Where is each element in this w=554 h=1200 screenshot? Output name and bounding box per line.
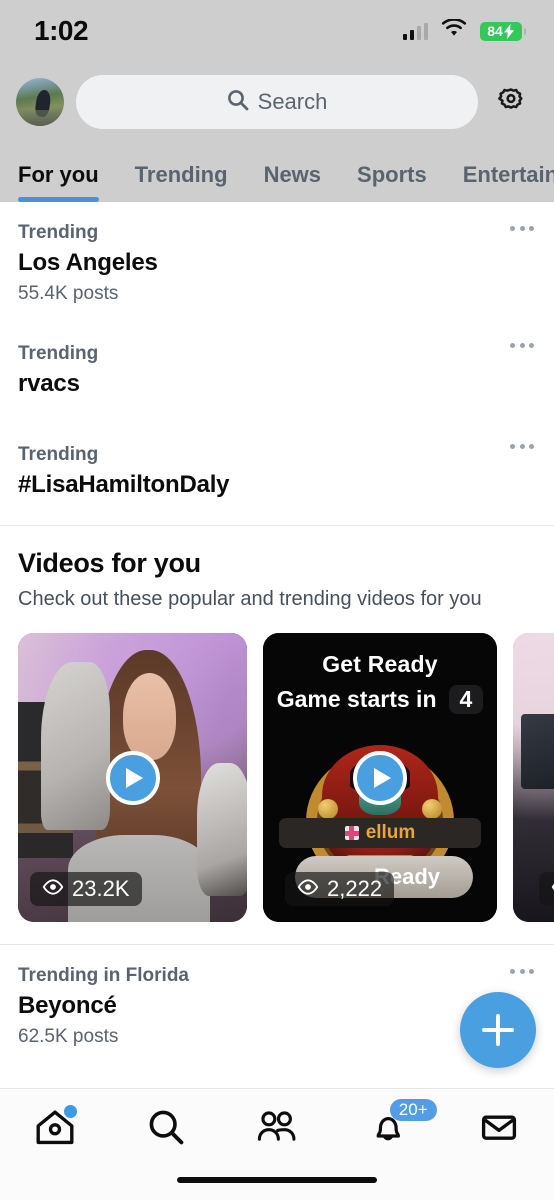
communities-icon xyxy=(254,1107,300,1152)
view-count-badge xyxy=(539,872,554,906)
trend-post-count: 62.5K posts xyxy=(18,1026,119,1047)
profile-avatar[interactable] xyxy=(16,78,64,126)
nav-notifications[interactable]: 20+ xyxy=(332,1099,443,1159)
bottom-navigation: 20+ xyxy=(0,1088,554,1200)
videos-section-subtitle: Check out these popular and trending vid… xyxy=(18,588,482,610)
tab-news[interactable]: News xyxy=(264,162,321,202)
tab-label: Entertainm xyxy=(462,162,554,187)
more-options-icon[interactable] xyxy=(510,226,534,231)
tab-label: For you xyxy=(18,162,99,187)
game-subheading: Game starts in xyxy=(276,686,437,712)
more-options-icon[interactable] xyxy=(510,969,534,974)
trend-category: Trending in Florida xyxy=(18,965,189,986)
player-name-bar: ellum xyxy=(279,818,481,848)
status-indicators: 84 xyxy=(402,18,526,43)
flag-icon xyxy=(344,826,359,840)
videos-for-you-section: Videos for you Check out these popular a… xyxy=(0,526,554,944)
trend-name: Beyoncé xyxy=(18,992,117,1019)
trend-category: Trending xyxy=(18,444,99,465)
battery-charging-icon: 84 xyxy=(480,21,526,41)
search-icon xyxy=(145,1107,187,1152)
app-header: Search xyxy=(0,62,554,142)
trend-name: rvacs xyxy=(18,370,80,397)
video-card-streamer[interactable]: 23.2K xyxy=(18,633,247,922)
trend-category: Trending xyxy=(18,343,99,364)
videos-section-title: Videos for you xyxy=(18,548,201,578)
status-time: 1:02 xyxy=(34,15,89,46)
view-count-badge: 2,222 xyxy=(285,872,395,906)
game-heading: Get Ready xyxy=(322,651,438,677)
trend-name: #LisaHamiltonDaly xyxy=(18,471,230,498)
view-count: 2,222 xyxy=(327,876,383,901)
trend-item-lisahamiltondaly[interactable]: Trending #LisaHamiltonDaly xyxy=(0,420,554,525)
more-options-icon[interactable] xyxy=(510,343,534,348)
tab-entertainment[interactable]: Entertainm xyxy=(463,162,554,202)
trend-name: Los Angeles xyxy=(18,249,158,276)
gear-icon[interactable] xyxy=(490,81,532,123)
view-count: 23.2K xyxy=(72,876,130,901)
nav-search[interactable] xyxy=(111,1107,222,1159)
compose-button[interactable] xyxy=(460,992,536,1068)
trend-item-rvacs[interactable]: Trending rvacs xyxy=(0,319,554,420)
more-options-icon[interactable] xyxy=(510,444,534,449)
search-icon xyxy=(227,89,249,116)
tab-label: Trending xyxy=(134,162,228,187)
trend-category: Trending xyxy=(18,222,99,243)
video-card-room[interactable] xyxy=(513,633,554,922)
trend-item-los-angeles[interactable]: Trending Los Angeles 55.4K posts xyxy=(0,202,554,319)
play-icon[interactable] xyxy=(353,750,407,805)
game-overlay-text: Get Ready Game starts in 4 xyxy=(263,651,497,714)
play-icon[interactable] xyxy=(105,750,160,805)
battery-level: 84 xyxy=(487,23,503,39)
tab-label: News xyxy=(263,162,322,187)
nav-home[interactable] xyxy=(0,1105,111,1159)
eye-icon xyxy=(42,878,64,900)
view-count-badge: 23.2K xyxy=(30,872,142,906)
nav-communities[interactable] xyxy=(222,1107,333,1159)
tab-sports[interactable]: Sports xyxy=(357,162,427,202)
tab-for-you[interactable]: For you xyxy=(18,162,99,202)
category-tabs: For you Trending News Sports Entertainm xyxy=(0,142,554,202)
game-countdown: 4 xyxy=(448,685,484,714)
home-indicator xyxy=(177,1177,377,1183)
player-name: ellum xyxy=(365,822,416,843)
trend-post-count: 55.4K posts xyxy=(18,283,119,304)
content-area: Trending Los Angeles 55.4K posts Trendin… xyxy=(0,202,554,1062)
eye-icon xyxy=(297,878,319,900)
wifi-icon xyxy=(441,18,467,43)
nav-messages[interactable] xyxy=(443,1107,554,1159)
search-input[interactable]: Search xyxy=(76,75,478,129)
status-bar: 1:02 84 xyxy=(0,0,554,62)
mail-icon xyxy=(478,1107,520,1152)
plus-icon xyxy=(482,1014,514,1046)
notification-badge: 20+ xyxy=(389,1099,437,1121)
video-carousel[interactable]: 23.2K Get Ready Game starts in 4 ellum R… xyxy=(0,611,554,944)
tab-label: Sports xyxy=(357,162,427,187)
tab-trending[interactable]: Trending xyxy=(135,162,228,202)
video-card-game-lobby[interactable]: Get Ready Game starts in 4 ellum Ready 2… xyxy=(263,633,497,922)
cellular-signal-icon xyxy=(402,22,428,40)
search-placeholder: Search xyxy=(257,89,328,114)
